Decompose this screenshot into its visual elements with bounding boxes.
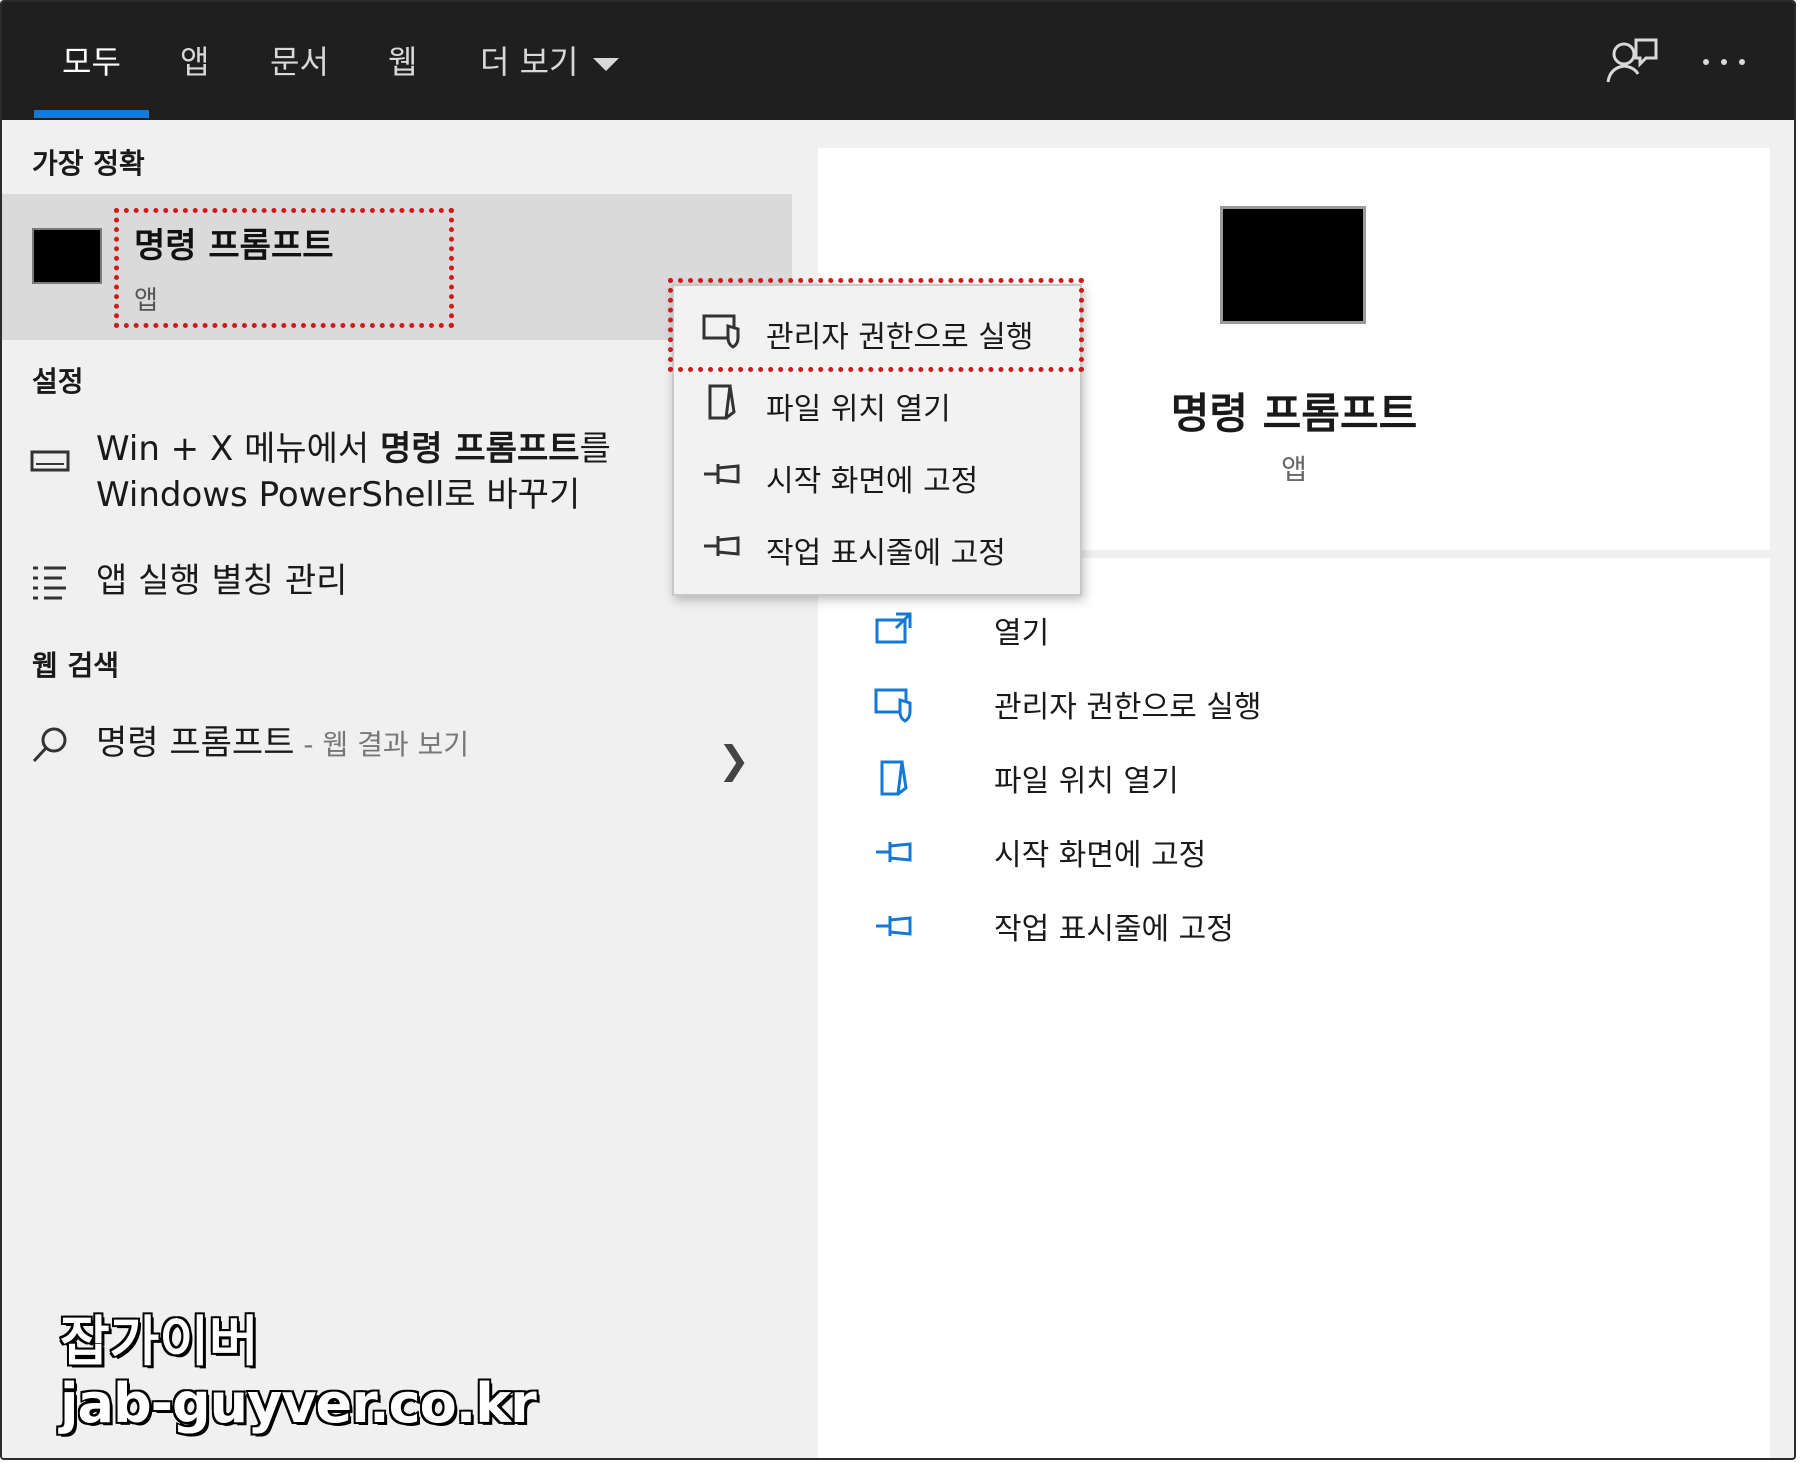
watermark-url: jab-guyver.co.kr	[59, 1371, 539, 1437]
tab-apps[interactable]: 앱	[180, 32, 209, 92]
detail-actions: 열기 관리자 권한으로 실행 파일 위치 열기 시작 화면에 고정 작업 표시줄…	[818, 558, 1770, 1458]
pin-icon	[704, 464, 740, 484]
best-match-heading: 가장 정확	[32, 147, 145, 180]
chevron-right-icon[interactable]: ❯	[718, 738, 750, 782]
action-open-file-location-label: 파일 위치 열기	[994, 764, 1179, 799]
ctx-run-as-admin[interactable]: 관리자 권한으로 실행	[674, 294, 1080, 366]
web-search-heading: 웹 검색	[32, 649, 120, 682]
more-options-icon	[1703, 59, 1745, 65]
settings-result-text: Win + X 메뉴에서 명령 프롬프트를 Windows PowerShell…	[96, 426, 611, 518]
best-match-title: 명령 프롬프트	[134, 226, 334, 266]
app-alias-text: 앱 실행 별칭 관리	[96, 561, 348, 601]
watermark-title: 잡가이버	[59, 1310, 261, 1373]
pin-icon	[876, 842, 912, 862]
action-open[interactable]: 열기	[874, 600, 1574, 660]
ctx-pin-to-start[interactable]: 시작 화면에 고정	[674, 438, 1080, 510]
open-icon	[875, 612, 912, 644]
feedback-icon	[1606, 38, 1658, 83]
search-window: 모두 앱 문서 웹 더 보기 가장 정확 명령 프롬프트 앱 설정 Win + …	[0, 0, 1796, 1460]
ctx-open-file-location[interactable]: 파일 위치 열기	[674, 366, 1080, 438]
tab-documents[interactable]: 문서	[270, 32, 329, 92]
feedback-button[interactable]	[1600, 32, 1664, 92]
ctx-pin-to-taskbar[interactable]: 작업 표시줄에 고정	[674, 510, 1080, 582]
list-icon	[33, 566, 66, 600]
ctx-pin-to-start-label: 시작 화면에 고정	[766, 464, 979, 499]
search-icon	[32, 727, 67, 763]
shield-window-icon	[702, 314, 740, 349]
top-bar: 모두 앱 문서 웹 더 보기	[2, 2, 1794, 120]
action-run-as-admin[interactable]: 관리자 권한으로 실행	[874, 674, 1574, 734]
action-run-as-admin-label: 관리자 권한으로 실행	[994, 690, 1262, 725]
tab-more-label: 더 보기	[480, 43, 579, 81]
settings-text-before: Win + X 메뉴에서	[96, 429, 380, 469]
caret-down-icon	[592, 57, 619, 71]
settings-text-after: 를	[579, 429, 611, 469]
web-search-hint: - 웹 결과 보기	[294, 728, 470, 761]
ctx-run-as-admin-label: 관리자 권한으로 실행	[766, 320, 1034, 355]
best-match-type: 앱	[134, 286, 158, 316]
folder-icon	[708, 384, 736, 420]
ctx-open-file-location-label: 파일 위치 열기	[766, 392, 951, 427]
web-search-result[interactable]: 명령 프롬프트 - 웹 결과 보기	[2, 710, 792, 780]
ctx-pin-to-taskbar-label: 작업 표시줄에 고정	[766, 536, 1006, 571]
keyboard-icon	[30, 450, 70, 472]
action-open-file-location[interactable]: 파일 위치 열기	[874, 748, 1574, 808]
pin-icon	[876, 916, 912, 936]
action-pin-to-taskbar-label: 작업 표시줄에 고정	[994, 912, 1234, 947]
folder-icon	[880, 760, 908, 796]
action-pin-to-taskbar[interactable]: 작업 표시줄에 고정	[874, 896, 1574, 956]
action-open-label: 열기	[994, 616, 1050, 651]
watermark: 잡가이버 jab-guyver.co.kr	[59, 1310, 539, 1437]
tab-more[interactable]: 더 보기	[480, 32, 619, 92]
command-prompt-icon	[32, 228, 102, 284]
active-tab-indicator	[34, 110, 149, 118]
shield-window-icon	[874, 688, 912, 723]
action-pin-to-start[interactable]: 시작 화면에 고정	[874, 822, 1574, 882]
tab-web[interactable]: 웹	[388, 32, 417, 92]
command-prompt-large-icon	[1220, 206, 1366, 324]
action-pin-to-start-label: 시작 화면에 고정	[994, 838, 1207, 873]
settings-text-bold: 명령 프롬프트	[380, 429, 580, 469]
web-search-query: 명령 프롬프트	[96, 723, 295, 763]
web-search-text: 명령 프롬프트 - 웹 결과 보기	[96, 720, 469, 768]
tab-all[interactable]: 모두	[62, 32, 121, 92]
context-menu: 관리자 권한으로 실행 파일 위치 열기 시작 화면에 고정 작업 표시줄에 고…	[672, 284, 1082, 596]
settings-heading: 설정	[32, 365, 84, 398]
settings-text-line2: Windows PowerShell로 바꾸기	[96, 475, 581, 515]
pin-icon	[704, 536, 740, 556]
more-options-button[interactable]	[1692, 32, 1756, 92]
